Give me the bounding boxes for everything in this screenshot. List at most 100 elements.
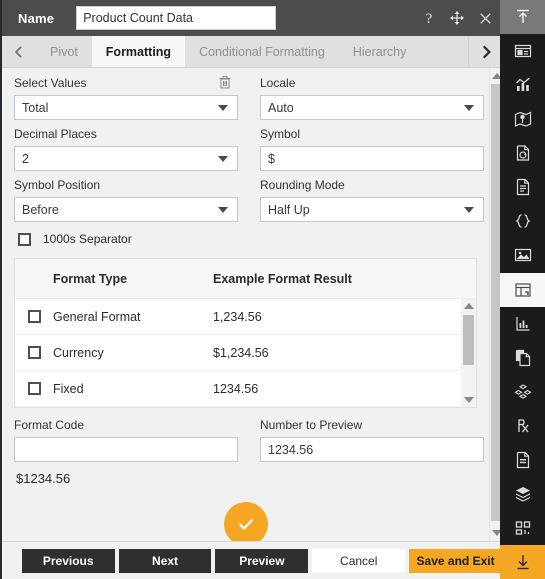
report-icon[interactable] [500, 443, 545, 477]
row-checkbox-general-format[interactable] [27, 310, 41, 323]
field-symbol-position: Symbol Position Before [14, 178, 238, 222]
number-to-preview-input[interactable] [260, 437, 484, 462]
select-values-dropdown[interactable]: Total [14, 95, 238, 120]
tabs-scroll-left-chevron-left-icon[interactable] [2, 36, 36, 67]
close-icon[interactable] [476, 9, 494, 27]
field-decimal-places: Decimal Places 2 [14, 127, 238, 171]
locale-label: Locale [260, 76, 296, 90]
tab-pivot[interactable]: Pivot [36, 36, 92, 67]
move-icon[interactable] [448, 9, 466, 27]
field-rounding-mode: Rounding Mode Half Up [260, 178, 484, 222]
row-checkbox-cell[interactable] [15, 346, 53, 359]
cubes-icon[interactable] [500, 375, 545, 409]
tab-formatting-label: Formatting [105, 44, 172, 59]
layers-icon[interactable] [500, 477, 545, 511]
row-example-result: 1234.56 [213, 381, 259, 396]
name-input[interactable] [76, 6, 277, 30]
symbol-position-dropdown[interactable]: Before [14, 197, 238, 222]
help-icon[interactable]: ? [420, 9, 438, 27]
table-header-row: Format Type Example Format Result [15, 259, 476, 299]
dashboard-icon[interactable] [500, 34, 545, 68]
text-document-icon[interactable] [500, 170, 545, 204]
row-example-result: $1,234.56 [213, 345, 269, 360]
apply-check-button[interactable] [224, 502, 268, 546]
row-format-type: General Format [53, 309, 141, 324]
table-scroll-down-icon[interactable] [461, 393, 476, 407]
copy-document-icon[interactable] [500, 341, 545, 375]
chevron-down-icon [464, 206, 474, 213]
form-row-2: Decimal Places 2 Symbol [14, 127, 484, 171]
locale-value: Auto [268, 100, 294, 115]
format-code-label: Format Code [14, 418, 85, 432]
right-icon-rail [500, 0, 545, 579]
table-row[interactable]: General Format 1,234.56 [15, 299, 476, 335]
decimal-places-label: Decimal Places [14, 127, 97, 141]
titlebar-icons: ? [420, 0, 494, 36]
rounding-mode-label: Rounding Mode [260, 178, 345, 192]
thousands-separator-row[interactable]: 1000s Separator [18, 232, 477, 246]
map-icon[interactable] [500, 102, 545, 136]
rounding-mode-dropdown[interactable]: Half Up [260, 197, 484, 222]
tabs-container: Pivot Formatting Conditional Formatting … [36, 36, 468, 67]
download-icon[interactable] [500, 545, 545, 579]
row-checkbox-cell[interactable] [15, 310, 53, 323]
thousands-separator-checkbox[interactable] [18, 232, 31, 246]
decimal-places-value: 2 [22, 151, 29, 166]
next-button[interactable]: Next [118, 548, 212, 573]
table-body: General Format 1,234.56 Currency $1,234.… [15, 299, 476, 407]
preview-result-text: $1234.56 [16, 471, 71, 486]
table-scrollbar[interactable] [461, 299, 476, 407]
symbol-position-value: Before [22, 202, 59, 217]
trash-icon[interactable] [218, 75, 234, 91]
rounding-mode-value: Half Up [268, 202, 310, 217]
format-code-input[interactable] [14, 437, 238, 462]
select-values-label: Select Values [14, 76, 87, 90]
row-checkbox-fixed[interactable] [27, 382, 41, 395]
table-scrollbar-thumb[interactable] [463, 315, 474, 365]
chevron-down-icon [218, 206, 228, 213]
widgets-icon[interactable] [500, 511, 545, 545]
table-scroll-up-icon[interactable] [461, 299, 476, 313]
form-row-1: Select Values Total Locale Auto [14, 75, 484, 120]
previous-button[interactable]: Previous [21, 548, 115, 573]
app-root: Name ? [0, 0, 545, 579]
decimal-places-dropdown[interactable]: 2 [14, 146, 238, 171]
select-values-value: Total [22, 100, 49, 115]
tab-hierarchy[interactable]: Hierarchy [338, 36, 421, 67]
number-to-preview-label: Number to Preview [260, 418, 363, 432]
save-and-exit-button[interactable]: Save and Exit [409, 548, 502, 573]
cancel-button[interactable]: Cancel [312, 548, 406, 573]
chevron-down-icon [464, 104, 474, 111]
tab-conditional-formatting[interactable]: Conditional Formatting [185, 36, 339, 67]
row-format-type: Fixed [53, 381, 84, 396]
tabs-scroll-right-chevron-right-icon[interactable] [468, 36, 502, 67]
formatting-form: Select Values Total Locale Auto Decimal … [2, 68, 489, 541]
svg-text:?: ? [426, 11, 433, 26]
row-checkbox-currency[interactable] [27, 346, 41, 359]
row-example-result: 1,234.56 [213, 309, 262, 324]
form-row-3: Symbol Position Before Rounding Mode Hal… [14, 178, 484, 222]
collapse-up-icon[interactable] [500, 0, 545, 35]
locale-dropdown[interactable]: Auto [260, 95, 484, 120]
row-checkbox-cell[interactable] [15, 382, 53, 395]
preview-button[interactable]: Preview [215, 548, 309, 573]
dialog-footer: Previous Next Preview Cancel Save and Ex… [2, 541, 502, 579]
table-header-example-format-result: Example Format Result [213, 271, 352, 286]
name-label: Name [18, 10, 55, 26]
symbol-label: Symbol [260, 127, 301, 141]
tab-formatting[interactable]: Formatting [91, 36, 186, 67]
dialog-titlebar: Name ? [2, 0, 502, 36]
prescription-icon[interactable] [500, 409, 545, 443]
symbol-input[interactable] [260, 146, 484, 171]
image-icon[interactable] [500, 238, 545, 272]
thousands-separator-label: 1000s Separator [43, 232, 132, 246]
chart-icon[interactable] [500, 68, 545, 102]
code-braces-icon[interactable] [500, 204, 545, 238]
sparkline-icon[interactable] [500, 307, 545, 341]
table-row[interactable]: Currency $1,234.56 [15, 335, 476, 371]
chevron-down-icon [218, 104, 228, 111]
pivot-table-icon[interactable] [500, 272, 545, 307]
table-row[interactable]: Fixed 1234.56 [15, 371, 476, 407]
tab-pivot-label: Pivot [50, 44, 78, 59]
document-refresh-icon[interactable] [500, 136, 545, 170]
